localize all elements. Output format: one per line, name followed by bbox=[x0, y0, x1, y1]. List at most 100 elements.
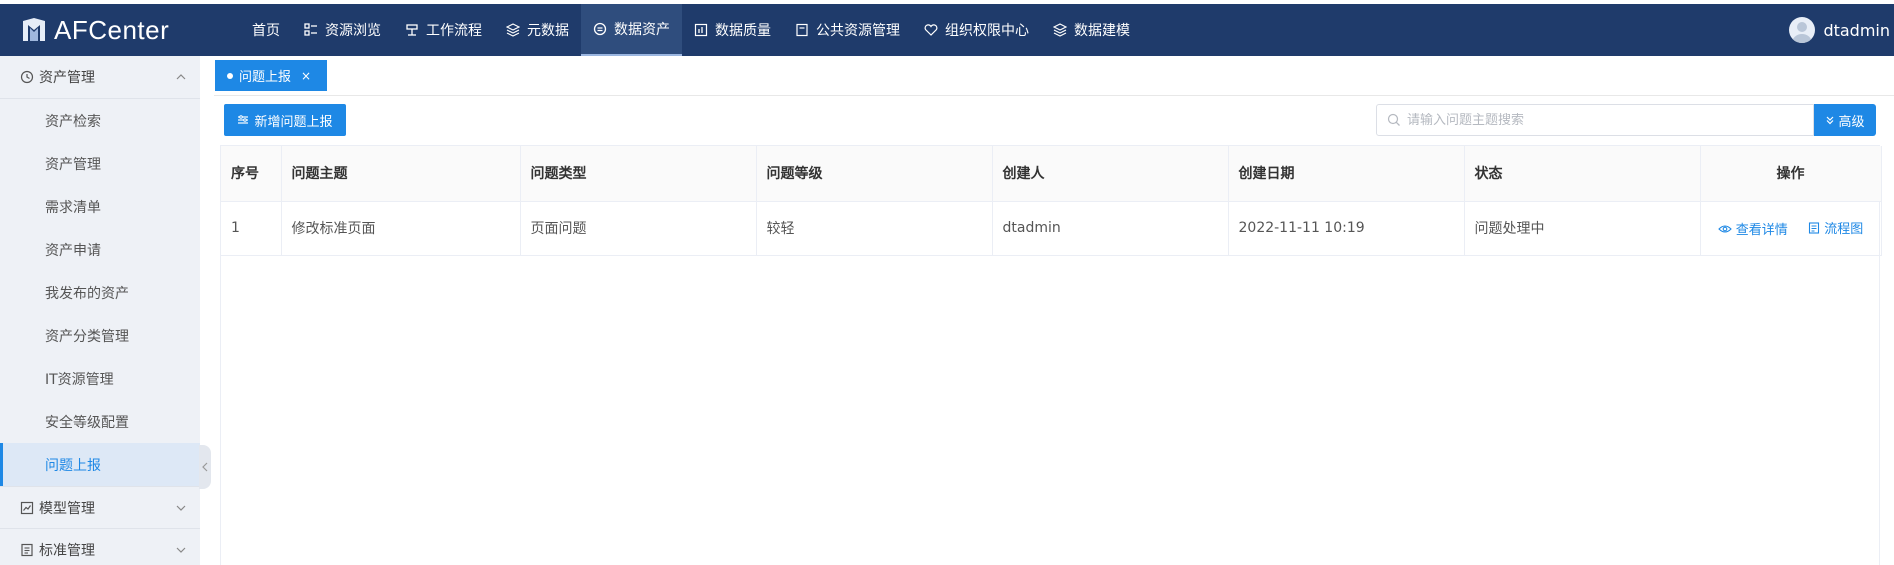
col-actions: 操作 bbox=[1700, 146, 1882, 202]
nav-org-permissions-label: 组织权限中心 bbox=[945, 23, 1029, 39]
user-name: dtadmin bbox=[1823, 20, 1890, 40]
sidebar-item-label: 安全等级配置 bbox=[45, 414, 129, 431]
nav-data-quality-label: 数据质量 bbox=[715, 23, 771, 39]
table-row: 1 修改标准页面 页面问题 较轻 dtadmin 2022-11-11 10:1… bbox=[221, 201, 1882, 256]
main-nav: 首页 资源浏览 工作流程 元数据 数据资产 数据质量 公共资源管理 组织权限中心… bbox=[240, 4, 1142, 56]
workflow-icon bbox=[406, 24, 418, 36]
sidebar-item-label: IT资源管理 bbox=[45, 371, 114, 388]
cell-created-date: 2022-11-11 10:19 bbox=[1228, 201, 1465, 256]
col-creator: 创建人 bbox=[992, 146, 1229, 202]
view-details-link[interactable]: 查看详情 bbox=[1717, 219, 1788, 238]
close-icon[interactable]: × bbox=[301, 69, 311, 83]
doc-icon bbox=[21, 543, 33, 557]
flowchart-icon bbox=[1809, 221, 1820, 234]
add-issue-button[interactable]: 新增问题上报 bbox=[224, 104, 346, 136]
sidebar-item-label: 资产管理 bbox=[45, 156, 101, 173]
cell-creator: dtadmin bbox=[992, 201, 1229, 256]
sidebar-item-label: 我发布的资产 bbox=[45, 285, 129, 302]
cell-status: 问题处理中 bbox=[1464, 201, 1701, 256]
nav-data-assets[interactable]: 数据资产 bbox=[581, 4, 682, 56]
cell-level: 较轻 bbox=[756, 201, 993, 256]
sidebar-group-asset-management[interactable]: 资产管理 bbox=[0, 56, 200, 99]
cell-type: 页面问题 bbox=[520, 201, 757, 256]
book-icon bbox=[796, 23, 808, 37]
col-index: 序号 bbox=[221, 146, 282, 202]
chevron-left-icon bbox=[202, 462, 208, 472]
advanced-search-button[interactable]: 高级 bbox=[1814, 104, 1876, 136]
nav-workflow-label: 工作流程 bbox=[426, 23, 482, 39]
layers-icon bbox=[506, 23, 520, 37]
grid-icon bbox=[304, 23, 317, 36]
sidebar-group-label: 标准管理 bbox=[39, 543, 95, 559]
nav-data-modeling-label: 数据建模 bbox=[1074, 23, 1130, 39]
clock-icon bbox=[20, 70, 34, 84]
sidebar-group-label: 资产管理 bbox=[39, 70, 95, 86]
top-navbar: AFCenter 首页 资源浏览 工作流程 元数据 数据资产 数据质量 公共资源… bbox=[0, 4, 1894, 56]
nav-data-quality[interactable]: 数据质量 bbox=[682, 4, 783, 56]
chevron-down-icon bbox=[176, 547, 186, 553]
sidebar-item-it-resources[interactable]: IT资源管理 bbox=[0, 357, 200, 400]
nav-public-resources[interactable]: 公共资源管理 bbox=[783, 4, 912, 56]
nav-home[interactable]: 首页 bbox=[240, 4, 292, 56]
nav-home-label: 首页 bbox=[252, 23, 280, 39]
search-icon bbox=[1387, 113, 1400, 126]
table-header-row: 序号 问题主题 问题类型 问题等级 创建人 创建日期 状态 操作 bbox=[221, 146, 1882, 202]
double-chevron-down-icon bbox=[1827, 116, 1834, 125]
add-issue-label: 新增问题上报 bbox=[254, 114, 333, 130]
sidebar-group-model-management[interactable]: 模型管理 bbox=[0, 486, 200, 529]
sidebar-item-category-management[interactable]: 资产分类管理 bbox=[0, 314, 200, 357]
tab-bar: 问题上报 × bbox=[214, 56, 1894, 96]
nav-metadata[interactable]: 元数据 bbox=[494, 4, 581, 56]
cell-index: 1 bbox=[221, 201, 282, 256]
cell-subject: 修改标准页面 bbox=[281, 201, 521, 256]
search-box bbox=[1376, 104, 1814, 136]
col-level: 问题等级 bbox=[756, 146, 993, 202]
sidebar-collapse-handle[interactable] bbox=[199, 445, 211, 489]
col-subject: 问题主题 bbox=[281, 146, 521, 202]
nav-workflow[interactable]: 工作流程 bbox=[393, 4, 494, 56]
sidebar-item-asset-search[interactable]: 资产检索 bbox=[0, 99, 200, 142]
sidebar-item-security-levels[interactable]: 安全等级配置 bbox=[0, 400, 200, 443]
flowchart-link[interactable]: 流程图 bbox=[1808, 218, 1863, 237]
app-name: AFCenter bbox=[54, 14, 170, 45]
sidebar-group-label: 模型管理 bbox=[39, 500, 95, 517]
nav-data-modeling[interactable]: 数据建模 bbox=[1041, 4, 1142, 56]
sidebar-item-my-published[interactable]: 我发布的资产 bbox=[0, 271, 200, 314]
sidebar: 资产管理 资产检索 资产管理 需求清单 资产申请 我发布的资产 资产分类管理 I… bbox=[0, 56, 200, 565]
nav-resource-browse[interactable]: 资源浏览 bbox=[292, 4, 393, 56]
nav-resource-browse-label: 资源浏览 bbox=[325, 23, 381, 39]
col-type: 问题类型 bbox=[520, 146, 757, 202]
layers-icon bbox=[1053, 23, 1067, 37]
tab-issue-report[interactable]: 问题上报 × bbox=[215, 60, 327, 91]
shield-icon bbox=[924, 24, 938, 36]
avatar bbox=[1789, 17, 1816, 43]
advanced-label: 高级 bbox=[1838, 114, 1865, 130]
sidebar-group-standard-management[interactable]: 标准管理 bbox=[0, 529, 200, 565]
user-menu[interactable]: dtadmin bbox=[1789, 4, 1894, 56]
sidebar-item-label: 资产检索 bbox=[45, 113, 101, 130]
nav-org-permissions[interactable]: 组织权限中心 bbox=[912, 4, 1041, 56]
issue-table: 序号 问题主题 问题类型 问题等级 创建人 创建日期 状态 操作 1 修改标准页… bbox=[220, 145, 1882, 565]
flowchart-label: 流程图 bbox=[1824, 222, 1864, 237]
eye-icon bbox=[1717, 224, 1732, 233]
sidebar-item-requirements[interactable]: 需求清单 bbox=[0, 185, 200, 228]
cell-actions: 查看详情 流程图 bbox=[1700, 201, 1882, 256]
active-dot bbox=[227, 72, 233, 79]
chevron-up-icon bbox=[176, 74, 186, 80]
asset-icon bbox=[593, 22, 607, 36]
chevron-down-icon bbox=[176, 505, 186, 511]
user-icon bbox=[1792, 22, 1813, 43]
sidebar-item-asset-management[interactable]: 资产管理 bbox=[0, 142, 200, 185]
chart-icon bbox=[694, 23, 708, 37]
sidebar-item-issue-report[interactable]: 问题上报 bbox=[0, 443, 200, 486]
sidebar-item-label: 资产分类管理 bbox=[45, 328, 129, 345]
col-created-date: 创建日期 bbox=[1228, 146, 1465, 202]
sidebar-item-asset-application[interactable]: 资产申请 bbox=[0, 228, 200, 271]
filter-icon bbox=[238, 115, 249, 124]
trend-icon bbox=[20, 501, 34, 514]
sidebar-item-label: 资产申请 bbox=[45, 242, 101, 259]
sidebar-item-label: 需求清单 bbox=[45, 199, 101, 216]
search-input[interactable] bbox=[1407, 112, 1807, 128]
app-logo[interactable]: AFCenter bbox=[0, 15, 220, 46]
col-status: 状态 bbox=[1464, 146, 1701, 202]
